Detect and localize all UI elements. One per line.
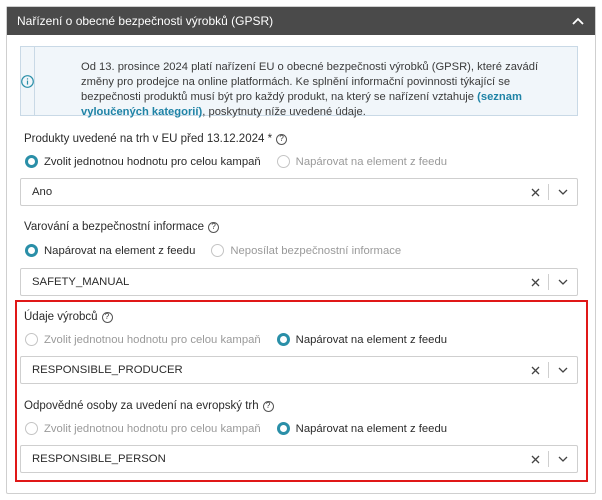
field-label-manufacturer: Údaje výrobců ? — [24, 311, 113, 323]
chevron-down-icon[interactable] — [549, 279, 577, 285]
info-icon — [21, 74, 34, 88]
info-box: Od 13. prosince 2024 platí nařízení EU o… — [20, 46, 578, 118]
clear-icon[interactable] — [522, 278, 548, 287]
help-icon[interactable]: ? — [276, 133, 288, 145]
field-label-responsible-person: Odpovědné osoby za uvedení na evropský t… — [24, 400, 274, 412]
chevron-down-icon[interactable] — [549, 367, 577, 373]
radio-group-responsible-person: Zvolit jednotnou hodnotu pro celou kampa… — [25, 422, 463, 435]
radio-map-feed[interactable]: Napárovat na element z feedu — [276, 333, 447, 346]
field-label-safety-info: Varování a bezpečnostní informace ? — [24, 221, 220, 233]
select-eu-market[interactable]: Ano — [20, 178, 578, 206]
radio-group-manufacturer: Zvolit jednotnou hodnotu pro celou kampa… — [25, 333, 463, 346]
info-icon-cell — [21, 47, 35, 115]
field-label-eu-market: Produkty uvedené na trh v EU před 13.12.… — [24, 133, 288, 145]
radio-group-eu-market: Zvolit jednotnou hodnotu pro celou kampa… — [25, 155, 463, 168]
radio-single-value[interactable]: Zvolit jednotnou hodnotu pro celou kampa… — [25, 333, 261, 346]
panel-title: Nařízení o obecné bezpečnosti výrobků (G… — [17, 14, 274, 28]
radio-group-safety-info: Napárovat na element z feedu Neposílat b… — [25, 244, 417, 257]
panel-header[interactable]: Nařízení o obecné bezpečnosti výrobků (G… — [7, 7, 595, 35]
help-icon[interactable]: ? — [262, 400, 274, 412]
info-text: Od 13. prosince 2024 platí nařízení EU o… — [81, 61, 539, 118]
select-manufacturer[interactable]: RESPONSIBLE_PRODUCER — [20, 356, 578, 384]
radio-single-value[interactable]: Zvolit jednotnou hodnotu pro celou kampa… — [25, 422, 261, 435]
clear-icon[interactable] — [522, 188, 548, 197]
clear-icon[interactable] — [522, 455, 548, 464]
chevron-down-icon[interactable] — [549, 189, 577, 195]
radio-map-feed[interactable]: Napárovat na element z feedu — [276, 422, 447, 435]
help-icon[interactable]: ? — [208, 221, 220, 233]
clear-icon[interactable] — [522, 366, 548, 375]
select-responsible-person[interactable]: RESPONSIBLE_PERSON — [20, 445, 578, 473]
radio-map-feed[interactable]: Napárovat na element z feedu — [25, 244, 195, 257]
radio-map-feed[interactable]: Napárovat na element z feedu — [276, 155, 447, 168]
chevron-down-icon[interactable] — [549, 456, 577, 462]
select-safety-info[interactable]: SAFETY_MANUAL — [20, 268, 578, 296]
help-icon[interactable]: ? — [101, 311, 113, 323]
chevron-up-icon[interactable] — [571, 14, 585, 28]
radio-no-safety-info[interactable]: Neposílat bezpečnostní informace — [211, 244, 401, 257]
radio-single-value[interactable]: Zvolit jednotnou hodnotu pro celou kampa… — [25, 155, 261, 168]
